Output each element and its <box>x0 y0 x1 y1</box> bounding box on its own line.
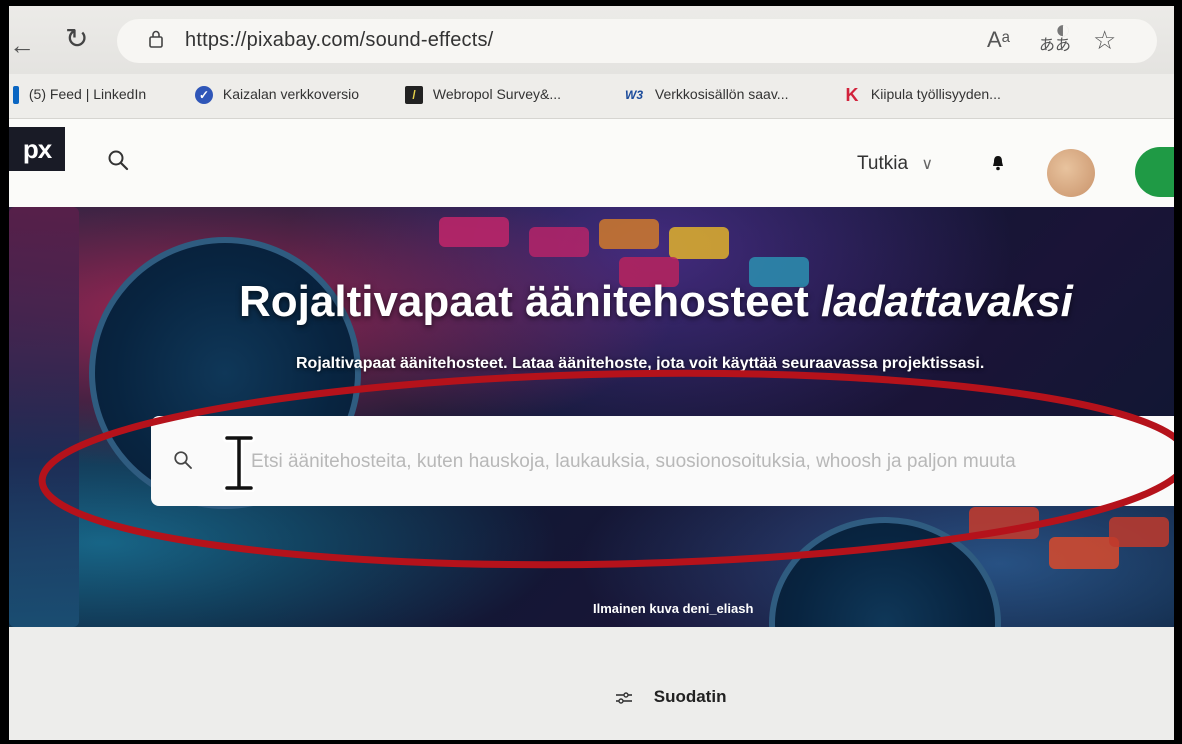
filter-icon <box>616 691 632 704</box>
bell-icon[interactable] <box>991 155 1005 171</box>
reload-icon[interactable]: ↻ <box>65 22 88 55</box>
hero-title-main: Rojaltivapaat äänitehosteet <box>239 277 821 326</box>
hero-banner: Rojaltivapaat äänitehosteet ladattavaksi… <box>9 207 1174 627</box>
w3-icon: W3 <box>625 88 643 103</box>
bookmark-linkedin[interactable]: (5) Feed | LinkedIn <box>13 86 147 105</box>
url-text: https://pixabay.com/sound-effects/ <box>185 29 494 51</box>
webropol-icon: / <box>405 86 423 105</box>
hero-title: Rojaltivapaat äänitehosteet ladattavaksi <box>239 277 1174 327</box>
avatar[interactable] <box>1047 149 1095 197</box>
hero-subtitle: Rojaltivapaat äänitehosteet. Lataa äänit… <box>296 355 985 372</box>
decor-pad <box>969 507 1039 539</box>
kaizala-icon: ✓ <box>195 86 213 105</box>
bookmark-label: (5) Feed | LinkedIn <box>28 86 147 102</box>
lock-icon <box>149 30 163 48</box>
filter-button[interactable]: Suodatin <box>615 687 726 717</box>
bookmark-kiipula[interactable]: K Kiipula työllisyyden... <box>843 86 1001 104</box>
sound-search-input[interactable] <box>249 416 1174 506</box>
kiipula-icon: K <box>845 85 859 106</box>
filter-area: Suodatin <box>9 627 1174 740</box>
join-button[interactable] <box>1135 147 1174 197</box>
browser-toolbar: ← ↻ https://pixabay.com/sound-effects/ A… <box>9 6 1174 74</box>
search-icon[interactable] <box>107 149 129 171</box>
back-icon[interactable]: ← <box>9 30 35 61</box>
bookmark-kaizala[interactable]: ✓ Kaizalan verkkoversio <box>195 86 360 105</box>
chevron-down-icon: ∨ <box>921 156 934 173</box>
photo-credit[interactable]: Ilmainen kuva deni_eliash <box>593 601 753 616</box>
explore-label: Tutkia <box>857 153 909 174</box>
decor-pad <box>529 227 589 257</box>
decor-pad <box>439 217 509 247</box>
bookmark-label: Verkkosisällön saav... <box>654 86 789 102</box>
search-icon <box>174 451 192 469</box>
add-favorite-icon[interactable]: ☆ <box>1093 25 1116 56</box>
sound-search-box[interactable] <box>151 416 1174 506</box>
decor-pad <box>669 227 729 259</box>
site-header: px Tutkia ∨ <box>9 119 1174 207</box>
screen-photo: ← ↻ https://pixabay.com/sound-effects/ A… <box>9 6 1174 740</box>
filter-label: Suodatin <box>653 687 727 706</box>
hero-title-italic: ladattavaksi <box>820 277 1073 326</box>
decor-pad <box>599 219 659 249</box>
bookmark-w3[interactable]: W3 Verkkosisällön saav... <box>623 86 788 104</box>
pixabay-logo[interactable]: px <box>9 127 65 171</box>
linkedin-icon <box>13 86 19 105</box>
bookmark-label: Kaizalan verkkoversio <box>222 86 360 102</box>
extensions-icon[interactable]: ◐ <box>1055 14 1071 45</box>
decor-pad <box>1109 517 1169 547</box>
bookmarks-bar: (5) Feed | LinkedIn ✓ Kaizalan verkkover… <box>9 74 1174 119</box>
address-bar[interactable]: https://pixabay.com/sound-effects/ Aᵃ ああ… <box>117 19 1157 63</box>
decor-stripe <box>9 207 79 627</box>
read-aloud-icon[interactable]: Aᵃ <box>987 27 1010 53</box>
bookmark-label: Webropol Survey&... <box>432 86 562 102</box>
decor-disc <box>769 517 1001 627</box>
explore-menu[interactable]: Tutkia ∨ <box>857 153 933 175</box>
bookmark-label: Kiipula työllisyyden... <box>870 86 1001 102</box>
bookmark-webropol[interactable]: / Webropol Survey&... <box>405 86 562 105</box>
